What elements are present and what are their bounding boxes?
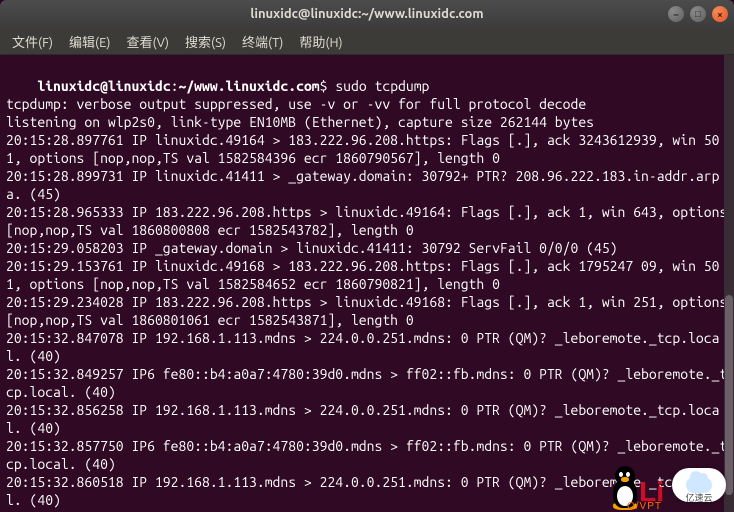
output-line: tcpdump: verbose output suppressed, use … bbox=[6, 96, 586, 112]
prompt-sigil: $ bbox=[320, 78, 328, 94]
output-line: 20:15:29.058203 IP _gateway.domain > lin… bbox=[6, 240, 618, 256]
menu-search[interactable]: 搜索(S) bbox=[179, 29, 232, 54]
minimize-button[interactable]: – bbox=[668, 6, 684, 22]
menu-help[interactable]: 帮助(H) bbox=[293, 29, 348, 54]
menu-file[interactable]: 文件(F) bbox=[6, 29, 59, 54]
output-line: 20:15:32.860518 IP 192.168.1.113.mdns > … bbox=[6, 474, 719, 508]
prompt-userhost: linuxidc@linuxidc bbox=[37, 78, 170, 94]
scrollbar-thumb[interactable] bbox=[725, 295, 733, 495]
output-line: 20:15:32.856258 IP 192.168.1.113.mdns > … bbox=[6, 402, 719, 436]
terminal-window: linuxidc@linuxidc:~/www.linuxidc.com – □… bbox=[0, 0, 734, 512]
prompt-sep: : bbox=[171, 78, 179, 94]
vertical-scrollbar[interactable] bbox=[724, 55, 734, 512]
window-controls: – □ × bbox=[668, 6, 728, 22]
command-text: sudo tcpdump bbox=[335, 78, 429, 94]
menu-view[interactable]: 查看(V) bbox=[121, 29, 175, 54]
output-line: 20:15:32.849257 IP6 fe80::b4:a0a7:4780:3… bbox=[6, 366, 727, 400]
output-line: 20:15:29.234028 IP 183.222.96.208.https … bbox=[6, 294, 734, 328]
terminal-output[interactable]: linuxidc@linuxidc:~/www.linuxidc.com$ su… bbox=[0, 55, 734, 512]
output-line: 20:15:29.153761 IP linuxidc.49168 > 183.… bbox=[6, 258, 719, 292]
close-button[interactable]: × bbox=[712, 6, 728, 22]
output-line: 20:15:28.897761 IP linuxidc.49164 > 183.… bbox=[6, 132, 719, 166]
titlebar: linuxidc@linuxidc:~/www.linuxidc.com – □… bbox=[0, 0, 734, 28]
prompt-path: ~/www.linuxidc.com bbox=[179, 78, 320, 94]
output-line: 20:15:28.899731 IP linuxidc.41411 > _gat… bbox=[6, 168, 719, 202]
menu-edit[interactable]: 编辑(E) bbox=[63, 29, 116, 54]
maximize-button[interactable]: □ bbox=[690, 6, 706, 22]
window-title: linuxidc@linuxidc:~/www.linuxidc.com bbox=[250, 7, 483, 21]
output-line: 20:15:32.847078 IP 192.168.1.113.mdns > … bbox=[6, 330, 719, 364]
output-line: listening on wlp2s0, link-type EN10MB (E… bbox=[6, 114, 594, 130]
output-line: 20:15:32.857750 IP6 fe80::b4:a0a7:4780:3… bbox=[6, 438, 727, 472]
output-line: 20:15:28.965333 IP 183.222.96.208.https … bbox=[6, 204, 734, 238]
menubar: 文件(F) 编辑(E) 查看(V) 搜索(S) 终端(T) 帮助(H) bbox=[0, 28, 734, 55]
menu-terminal[interactable]: 终端(T) bbox=[236, 29, 289, 54]
